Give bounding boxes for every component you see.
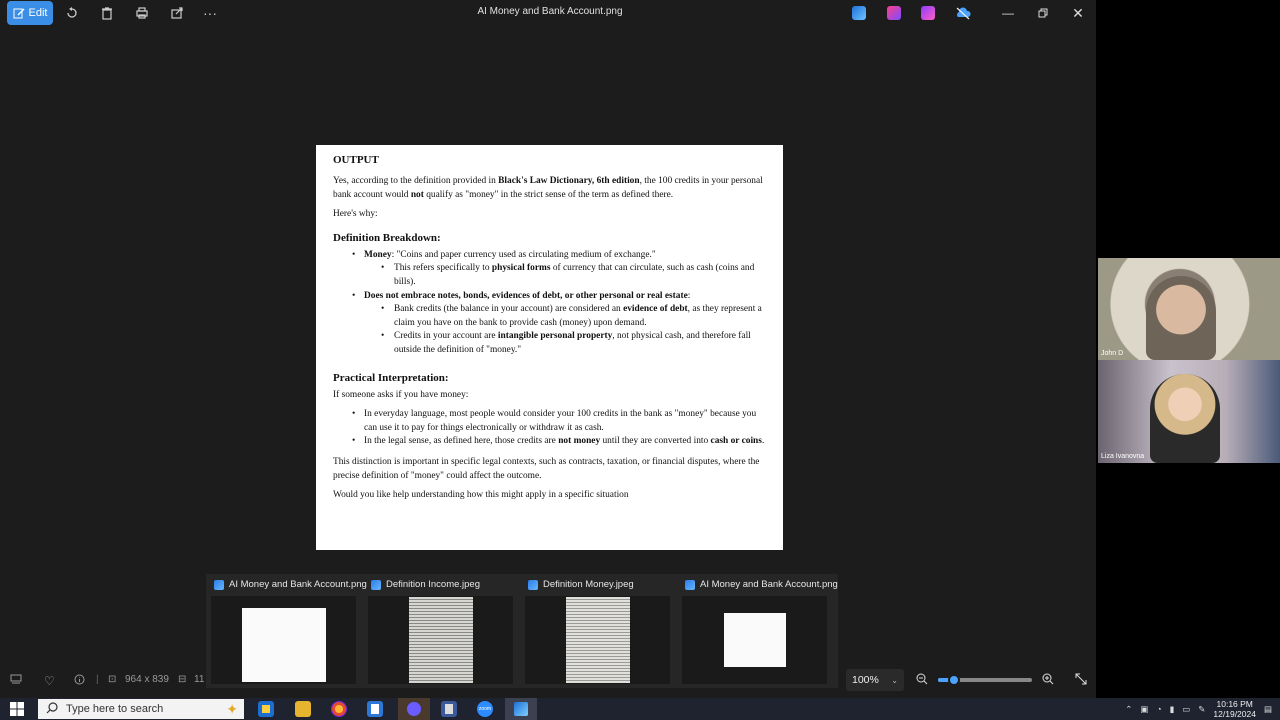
bottom-status-bar: ♡ | ⊡ 964 x 839 ⊟ 11	[0, 670, 1096, 692]
chevron-up-icon[interactable]: ⌃	[1125, 704, 1132, 715]
doc-section-definition: Definition Breakdown:	[333, 231, 441, 244]
taskbar: Type here to search ✦ zoom ⌃ ▣ ◔ ▮ ▭ ✎ 1…	[0, 698, 1280, 720]
doc-intro: Yes, according to the definition provide…	[333, 176, 763, 200]
wifi-icon[interactable]: ◔	[1156, 704, 1161, 714]
doc-distinction: This distinction is important in specifi…	[333, 456, 760, 481]
clock-time: 10:16 PM	[1216, 699, 1253, 709]
photos-taskbar-icon[interactable]	[505, 698, 537, 720]
zoom-slider[interactable]	[938, 674, 1032, 686]
firefox-icon[interactable]	[331, 701, 347, 717]
fullscreen-icon[interactable]	[1075, 673, 1087, 685]
participant-name: Liza Ivanovna	[1101, 453, 1145, 460]
document-image: OUTPUT Yes, according to the definition …	[316, 145, 783, 550]
zoom-out-icon[interactable]	[916, 673, 928, 685]
avatar	[1150, 374, 1220, 463]
minimize-button[interactable]: —	[996, 3, 1020, 23]
store-icon[interactable]	[258, 701, 274, 717]
list-item: Money: "Coins and paper currency used as…	[333, 249, 767, 263]
definition-list-2: Does not embrace notes, bonds, evidences…	[333, 290, 767, 304]
share-icon[interactable]	[169, 5, 185, 21]
system-tray: ⌃ ▣ ◔ ▮ ▭ ✎ 10:16 PM 12/19/2024 ▤	[1125, 698, 1272, 720]
dimensions-icon: ⊡	[108, 674, 117, 685]
list-item: Does not embrace notes, bonds, evidences…	[333, 290, 767, 304]
clipchamp-icon[interactable]	[887, 6, 901, 20]
file-size: 11	[194, 674, 205, 685]
search-placeholder: Type here to search	[66, 703, 164, 715]
chevron-down-icon: ⌄	[891, 675, 898, 685]
notifications-icon[interactable]: ▤	[1264, 704, 1272, 715]
participant-video-john[interactable]: John D	[1098, 258, 1280, 360]
delete-icon[interactable]	[99, 5, 115, 21]
print-icon[interactable]	[134, 5, 150, 21]
photos-icon	[685, 579, 695, 590]
image-dimensions: 964 x 839	[125, 674, 169, 685]
list-item: Credits in your account are intangible p…	[333, 330, 767, 357]
microphone-icon[interactable]: ▮	[1170, 704, 1175, 715]
designer-icon[interactable]	[921, 6, 935, 20]
document-icon[interactable]	[367, 701, 383, 717]
title-bar: Edit ··· AI Money and Bank Account.png —…	[0, 0, 1096, 26]
photos-icon	[371, 579, 381, 590]
zoom-icon[interactable]: zoom	[477, 701, 493, 717]
money-sublist: This refers specifically to physical for…	[333, 262, 767, 289]
notes-sublist: Bank credits (the balance in your accoun…	[333, 303, 767, 357]
obs-icon[interactable]	[398, 698, 430, 720]
practical-list: In everyday language, most people would …	[333, 408, 767, 449]
tray-app-icon[interactable]: ▣	[1140, 704, 1148, 715]
pen-icon[interactable]: ✎	[1198, 704, 1205, 715]
zoom-slider-handle[interactable]	[947, 674, 960, 686]
clock[interactable]: 10:16 PM 12/19/2024	[1213, 699, 1256, 719]
rotate-icon[interactable]	[64, 5, 80, 21]
clock-date: 12/19/2024	[1213, 709, 1256, 719]
search-icon	[46, 701, 58, 717]
edit-button[interactable]: Edit	[7, 1, 53, 25]
filmstrip-icon[interactable]	[10, 674, 22, 684]
info-icon[interactable]	[74, 674, 85, 685]
list-item: In everyday language, most people would …	[333, 408, 767, 435]
window-title: AI Money and Bank Account.png	[477, 6, 623, 17]
list-item: In the legal sense, as defined here, tho…	[333, 435, 767, 449]
doc-section-practical: Practical Interpretation:	[333, 371, 449, 384]
list-item: This refers specifically to physical for…	[333, 262, 767, 289]
photos-icon	[214, 579, 224, 590]
windows-start-icon[interactable]	[10, 702, 24, 716]
edit-label: Edit	[28, 7, 48, 19]
photos-icon	[528, 579, 538, 590]
file-size-icon: ⊟	[178, 674, 187, 685]
file-explorer-icon[interactable]	[295, 701, 311, 717]
doc-closing: Would you like help understanding how th…	[333, 490, 629, 501]
participant-video-liza[interactable]: Liza Ivanovna	[1098, 360, 1280, 463]
doc-heading: OUTPUT	[333, 154, 379, 166]
zoom-in-icon[interactable]	[1042, 673, 1054, 685]
list-item: Bank credits (the balance in your accoun…	[333, 303, 767, 330]
doc-if-asks: If someone asks if you have money:	[333, 389, 469, 400]
onedrive-icon[interactable]	[955, 6, 971, 20]
photos-app-icon[interactable]	[852, 6, 866, 20]
edit-icon	[13, 8, 25, 19]
photos-app-window: Edit ··· AI Money and Bank Account.png —…	[0, 0, 1096, 698]
close-button[interactable]: ✕	[1066, 3, 1090, 23]
avatar	[1146, 276, 1216, 360]
zoom-dropdown[interactable]: 100% ⌄	[846, 669, 904, 691]
definition-list: Money: "Coins and paper currency used as…	[333, 249, 767, 263]
notes-app-icon[interactable]	[441, 701, 457, 717]
sparkle-icon: ✦	[226, 700, 238, 717]
taskbar-search-box[interactable]: Type here to search ✦	[38, 699, 244, 719]
doc-why: Here's why:	[333, 209, 378, 220]
battery-icon[interactable]: ▭	[1182, 704, 1190, 715]
participant-name: John D	[1101, 350, 1124, 357]
restore-button[interactable]	[1031, 3, 1055, 23]
zoom-value: 100%	[852, 674, 879, 686]
favorite-icon[interactable]: ♡	[44, 674, 55, 688]
more-options-icon[interactable]: ···	[202, 5, 218, 21]
